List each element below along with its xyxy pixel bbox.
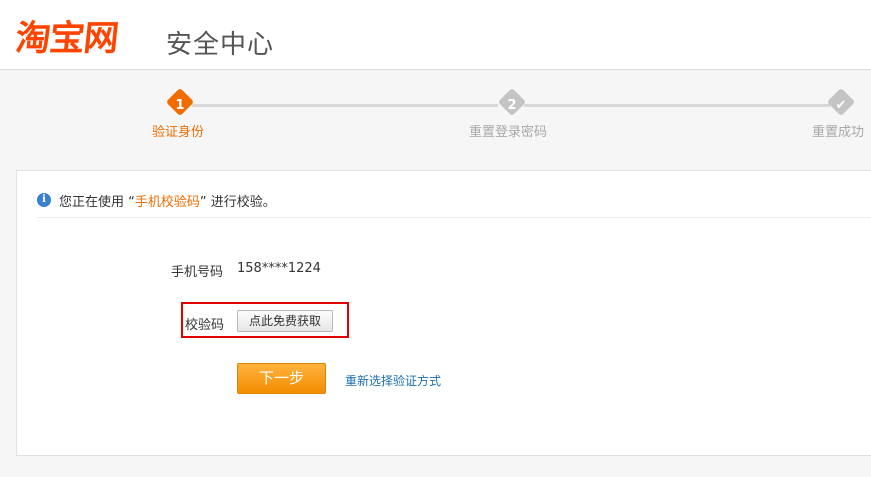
notice-suffix: 进行校验。 bbox=[206, 195, 276, 210]
notice-close-quote: ” bbox=[199, 195, 207, 210]
verification-notice: i 您正在使用 “手机校验码” 进行校验。 bbox=[37, 191, 871, 218]
step-1-number: 1 bbox=[175, 98, 185, 113]
site-title: 安全中心 bbox=[166, 30, 275, 60]
step-connector-2 bbox=[524, 104, 830, 107]
notice-method: 手机校验码 bbox=[134, 195, 200, 210]
notice-open-quote: “ bbox=[128, 195, 135, 210]
info-icon: i bbox=[37, 193, 51, 207]
verification-panel: i 您正在使用 “手机校验码” 进行校验。 手机号码 158****1224 校… bbox=[16, 170, 871, 456]
step-2-label: 重置登录密码 bbox=[469, 125, 548, 140]
next-step-button[interactable]: 下一步 bbox=[237, 363, 326, 394]
step-1-label: 验证身份 bbox=[152, 125, 205, 140]
taobao-logo[interactable]: 淘宝网 bbox=[13, 10, 120, 61]
progress-steps: 1 验证身份 2 重置登录密码 ✔ 重置成功 bbox=[0, 87, 871, 148]
check-icon: ✔ bbox=[835, 98, 847, 113]
step-2-number: 2 bbox=[507, 98, 517, 113]
page-header: 淘宝网 安全中心 bbox=[0, 0, 871, 70]
phone-label: 手机号码 bbox=[171, 265, 224, 280]
phone-value: 158****1224 bbox=[237, 261, 321, 276]
code-label: 校验码 bbox=[185, 318, 225, 333]
reselect-method-link[interactable]: 重新选择验证方式 bbox=[345, 372, 441, 389]
step-connector-1 bbox=[192, 104, 498, 107]
step-3-label: 重置成功 bbox=[812, 125, 865, 140]
get-code-button[interactable]: 点此免费获取 bbox=[237, 310, 333, 332]
notice-prefix: 您正在使用 bbox=[59, 195, 125, 210]
notice-text: 您正在使用 “手机校验码” 进行校验。 bbox=[59, 191, 276, 210]
